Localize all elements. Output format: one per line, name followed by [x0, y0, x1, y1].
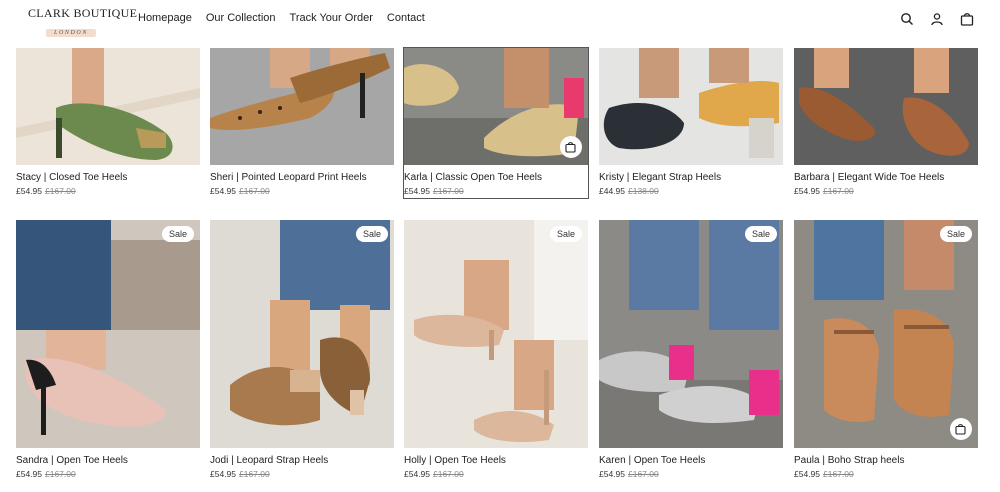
product-image[interactable]: [16, 220, 200, 448]
product-card[interactable]: Sheri | Pointed Leopard Print Heels £54.…: [210, 48, 394, 198]
product-card[interactable]: Sale Karen | Open Toe Heels £54.95 £167.0…: [599, 220, 783, 479]
product-price: £54.95 £167.00: [794, 186, 854, 196]
product-title[interactable]: Paula | Boho Strap heels: [794, 455, 904, 466]
product-price: £54.95 £167.00: [16, 186, 76, 196]
nav-contact[interactable]: Contact: [387, 12, 425, 24]
nav-homepage[interactable]: Homepage: [138, 12, 192, 24]
search-icon[interactable]: [900, 12, 914, 26]
product-title[interactable]: Sandra | Open Toe Heels: [16, 455, 128, 466]
sale-badge: Sale: [744, 226, 777, 242]
product-image[interactable]: [599, 48, 783, 165]
site-header: CLARK BOUTIQUE LONDON Homepage Our Colle…: [0, 0, 1000, 40]
nav-our-collection[interactable]: Our Collection: [206, 12, 276, 24]
nav-track-order[interactable]: Track Your Order: [290, 12, 373, 24]
product-price: £54.95 £167.00: [404, 469, 464, 479]
product-image[interactable]: [210, 48, 394, 165]
sale-badge: Sale: [549, 226, 582, 242]
sale-badge: Sale: [161, 226, 194, 242]
product-title[interactable]: Kristy | Elegant Strap Heels: [599, 172, 721, 183]
quick-add-icon[interactable]: [560, 136, 582, 158]
product-title[interactable]: Holly | Open Toe Heels: [404, 455, 506, 466]
product-card[interactable]: Karla | Classic Open Toe Heels £54.95 £16…: [403, 47, 589, 199]
product-image[interactable]: [16, 48, 200, 165]
sale-badge: Sale: [355, 226, 388, 242]
brand-logo[interactable]: CLARK BOUTIQUE LONDON: [28, 6, 138, 39]
product-price: £44.95 £138.00: [599, 186, 659, 196]
quick-add-icon[interactable]: [950, 418, 972, 440]
product-price: £54.95 £167.00: [210, 469, 270, 479]
product-price: £54.95 £167.00: [404, 186, 464, 196]
product-card[interactable]: Sale Jodi | Leopard Strap Heels £54.95 £1…: [210, 220, 394, 479]
product-price: £54.95 £167.00: [210, 186, 270, 196]
sale-badge: Sale: [939, 226, 972, 242]
product-title[interactable]: Stacy | Closed Toe Heels: [16, 172, 127, 183]
product-price: £54.95 £167.00: [794, 469, 854, 479]
product-title[interactable]: Karla | Classic Open Toe Heels: [404, 172, 542, 183]
product-image[interactable]: [599, 220, 783, 448]
product-card[interactable]: Sale Sandra | Open Toe Heels £54.95 £167.…: [16, 220, 200, 479]
product-title[interactable]: Karen | Open Toe Heels: [599, 455, 705, 466]
brand-name: CLARK BOUTIQUE: [28, 6, 138, 20]
product-title[interactable]: Jodi | Leopard Strap Heels: [210, 455, 328, 466]
product-card[interactable]: Sale Paula | Boho Strap heels £54.95 £167…: [794, 220, 978, 479]
product-price: £54.95 £167.00: [16, 469, 76, 479]
product-title[interactable]: Sheri | Pointed Leopard Print Heels: [210, 172, 367, 183]
cart-icon[interactable]: [960, 12, 974, 26]
product-card[interactable]: Kristy | Elegant Strap Heels £44.95 £138.…: [599, 48, 783, 198]
product-image[interactable]: [404, 220, 588, 448]
product-image[interactable]: [794, 48, 978, 165]
header-actions: [900, 12, 974, 26]
product-image[interactable]: [794, 220, 978, 448]
product-card[interactable]: Barbara | Elegant Wide Toe Heels £54.95 £…: [794, 48, 978, 198]
product-card[interactable]: Stacy | Closed Toe Heels £54.95 £167.00: [16, 48, 200, 198]
account-icon[interactable]: [930, 12, 944, 26]
product-card[interactable]: Sale Holly | Open Toe Heels £54.95 £167.0…: [404, 220, 588, 479]
product-price: £54.95 £167.00: [599, 469, 659, 479]
product-image[interactable]: [210, 220, 394, 448]
main-nav: Homepage Our Collection Track Your Order…: [138, 12, 425, 24]
product-title[interactable]: Barbara | Elegant Wide Toe Heels: [794, 172, 944, 183]
brand-sub: LONDON: [46, 29, 96, 37]
